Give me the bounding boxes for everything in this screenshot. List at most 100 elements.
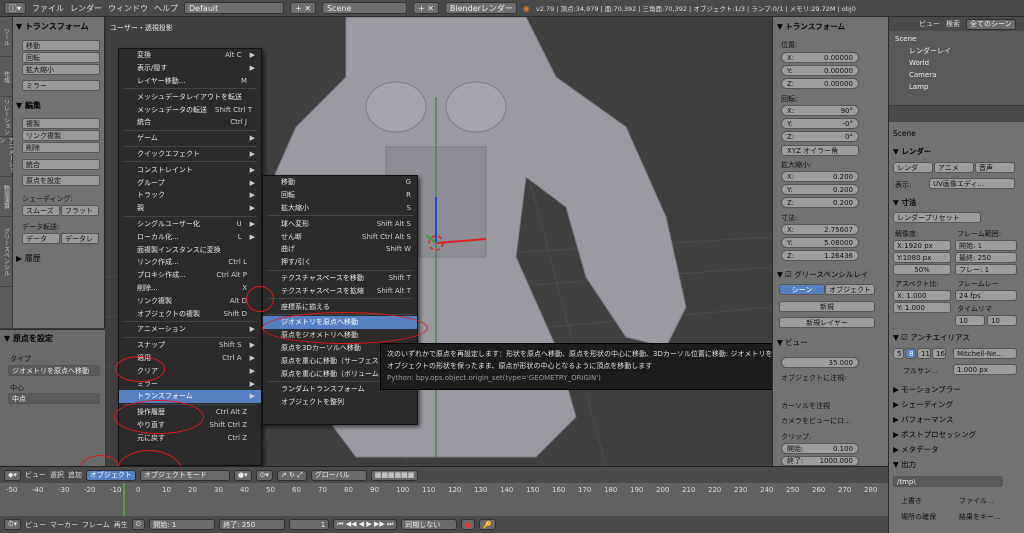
output-header[interactable]: ▼ 出力 xyxy=(893,459,916,470)
shade-smooth-button[interactable]: スムーズ xyxy=(22,205,60,216)
shading-header[interactable]: ▶ シェーディング xyxy=(893,399,953,410)
location-x-field[interactable]: X: 0.00000 xyxy=(781,52,859,63)
menu-file[interactable]: ファイル xyxy=(32,3,64,14)
outliner-item-camera[interactable]: Camera xyxy=(895,69,951,81)
view-menu[interactable]: ビュー xyxy=(25,470,46,480)
post-processing-header[interactable]: ▶ ポストプロセッシング xyxy=(893,429,976,440)
fps-select[interactable]: 24 fps xyxy=(955,290,1017,301)
operator-header[interactable]: ▼ 原点を設定 xyxy=(4,333,53,344)
menu-item[interactable]: アニメーション ▶ xyxy=(119,323,261,336)
shade-flat-button[interactable]: フラット xyxy=(61,205,99,216)
display-select[interactable]: UV画像エディ... xyxy=(929,178,1015,189)
menu-render[interactable]: レンダー xyxy=(70,3,102,14)
panel-edit-header[interactable]: ▼ 編集 xyxy=(16,100,41,111)
aa-samples-8[interactable]: 8 xyxy=(905,348,916,359)
sync-mode-select[interactable]: 同期しない xyxy=(401,519,458,530)
lens-field[interactable]: 35.000 xyxy=(781,357,859,368)
resolution-percent-field[interactable]: 50% xyxy=(893,264,951,275)
gp-scene-button[interactable]: シーン xyxy=(779,284,825,295)
record-button[interactable]: ● xyxy=(461,519,476,530)
aa-samples-16[interactable]: 16 xyxy=(932,348,946,359)
scale-y-field[interactable]: Y: 0.200 xyxy=(781,184,859,195)
gp-new-layer-button[interactable]: 新規レイヤー xyxy=(779,317,875,328)
render-preset-select[interactable]: レンダープリセット xyxy=(893,212,981,223)
frame-start-field[interactable]: 開始: 1 xyxy=(955,240,1017,251)
scale-x-field[interactable]: X: 0.200 xyxy=(781,171,859,182)
outliner-item-scene[interactable]: Scene xyxy=(895,33,951,45)
end-frame-field[interactable]: 終了: 250 xyxy=(219,519,286,530)
tab-grease-pencil[interactable]: グリースペンシル xyxy=(0,217,12,287)
select-menu[interactable]: 選択 xyxy=(50,470,64,480)
cache-result-checkbox[interactable]: 結果をキー... xyxy=(959,512,1001,522)
menu-item[interactable]: ゲーム ▶ xyxy=(119,132,261,145)
grease-pencil-header[interactable]: ▼ ☑ グリースペンシルレイ xyxy=(777,269,868,280)
aa-samples-5[interactable]: 5 xyxy=(893,348,904,359)
menu-item[interactable]: リンク作成... Ctrl L xyxy=(119,256,261,269)
menu-item[interactable]: 拡大縮小 S xyxy=(263,202,417,215)
menu-item[interactable]: 回転 R xyxy=(263,189,417,202)
menu-item[interactable]: 統合 Ctrl J xyxy=(119,116,261,129)
menu-item[interactable]: 変換 Alt C ▶ xyxy=(119,49,261,62)
render-audio-button[interactable]: 音声 xyxy=(975,162,1015,173)
delete-button[interactable]: 削除 xyxy=(22,142,100,153)
tab-physics[interactable]: 物理演算 xyxy=(0,177,12,217)
menu-item[interactable]: トラック ▶ xyxy=(119,189,261,202)
dimension-y-field[interactable]: Y: 5.08000 xyxy=(781,237,859,248)
full-sample-checkbox[interactable]: フルサン... xyxy=(903,366,938,376)
lock-camera-checkbox[interactable]: カメラをビューにロ... xyxy=(781,416,851,426)
menu-item[interactable]: 元に戻す Ctrl Z xyxy=(119,431,261,444)
history-panel-header[interactable]: ▶ 履歴 xyxy=(16,253,41,264)
time-remap-old[interactable]: 10 xyxy=(955,315,985,326)
timeline-marker-menu[interactable]: マーカー xyxy=(50,520,78,530)
aa-filter-select[interactable]: Mitchell-Ne... xyxy=(953,348,1017,359)
menu-item[interactable]: 表示/隠す ▶ xyxy=(119,62,261,75)
clip-start-field[interactable]: 開始: 0.100 xyxy=(781,443,859,454)
timeline[interactable]: -50 -40 -30 -20 -10 0 10 20 30 40 50 60 70 80 90 100 110… xyxy=(0,483,888,516)
layout-selector[interactable]: Default xyxy=(184,2,285,14)
data-layout-button[interactable]: データレ xyxy=(61,233,99,244)
current-frame-indicator[interactable] xyxy=(123,483,125,516)
frame-step-field[interactable]: フレー: 1 xyxy=(955,264,1017,275)
menu-window[interactable]: ウィンドウ xyxy=(108,3,148,14)
scale-z-field[interactable]: Z: 0.200 xyxy=(781,197,859,208)
data-transfer-button[interactable]: データ xyxy=(22,233,60,244)
editor-type-button[interactable]: ◆▾ xyxy=(4,469,21,481)
menu-item[interactable]: ローカル化... L ▶ xyxy=(119,230,261,243)
center-select[interactable]: 中点 xyxy=(8,393,100,404)
manipulator-toggle[interactable]: ↗ ↻ ⤢ xyxy=(276,469,307,481)
scene-selector[interactable]: Scene xyxy=(321,2,407,14)
clip-end-field[interactable]: 終了: 1000.000 xyxy=(781,456,859,466)
outliner-item-lamp[interactable]: Lamp xyxy=(895,81,951,93)
shading-select[interactable]: ●▾ xyxy=(233,469,252,481)
render-panel-header[interactable]: ▼ レンダー xyxy=(893,146,931,157)
tab-create[interactable]: 作成 xyxy=(0,57,12,97)
menu-item[interactable]: テクスチャスペースを拡縮 Shift Alt T xyxy=(263,284,417,297)
tab-tools[interactable]: ツール xyxy=(0,17,12,57)
layers-buttons[interactable]: ▦▦▦▦▦▦ xyxy=(370,469,419,481)
properties-tabs[interactable] xyxy=(889,106,1024,122)
outliner-display-select[interactable]: 全てのシーン xyxy=(966,18,1016,30)
menu-item[interactable]: メッシュデータレイアウトを転送 xyxy=(119,90,261,103)
mirror-button[interactable]: ミラー xyxy=(22,80,100,91)
lock-cursor-checkbox[interactable]: カーソルを注視 xyxy=(781,401,830,411)
frame-end-field[interactable]: 最終: 250 xyxy=(955,252,1017,263)
filter-size-field[interactable]: 1.000 px xyxy=(953,364,1017,375)
pivot-select[interactable]: ⊙▾ xyxy=(255,469,273,481)
placeholders-checkbox[interactable]: 場所の確保 xyxy=(901,512,936,522)
menu-item[interactable]: グループ ▶ xyxy=(119,176,261,189)
join-button[interactable]: 統合 xyxy=(22,159,100,170)
add-menu[interactable]: 追加 xyxy=(68,470,82,480)
render-animation-button[interactable]: アニメ xyxy=(934,162,974,173)
origin-type-select[interactable]: ジオメトリを原点へ移動 xyxy=(8,365,100,376)
menu-item[interactable]: 移動 G xyxy=(263,176,417,189)
duplicate-button[interactable]: 複製 xyxy=(22,118,100,129)
rotation-x-field[interactable]: X: 90° xyxy=(781,105,859,116)
menu-help[interactable]: ヘルプ xyxy=(154,3,178,14)
editor-type-button[interactable]: ⏱▾ xyxy=(4,519,21,530)
outliner-item-world[interactable]: World xyxy=(895,57,951,69)
outliner-search-menu[interactable]: 検索 xyxy=(946,19,960,29)
translate-button[interactable]: 移動 xyxy=(22,40,100,51)
menu-item[interactable]: 押す/引く xyxy=(263,256,417,269)
menu-item[interactable]: テクスチャスペースを移動 Shift T xyxy=(263,272,417,285)
render-button[interactable]: レンダ xyxy=(893,162,933,173)
